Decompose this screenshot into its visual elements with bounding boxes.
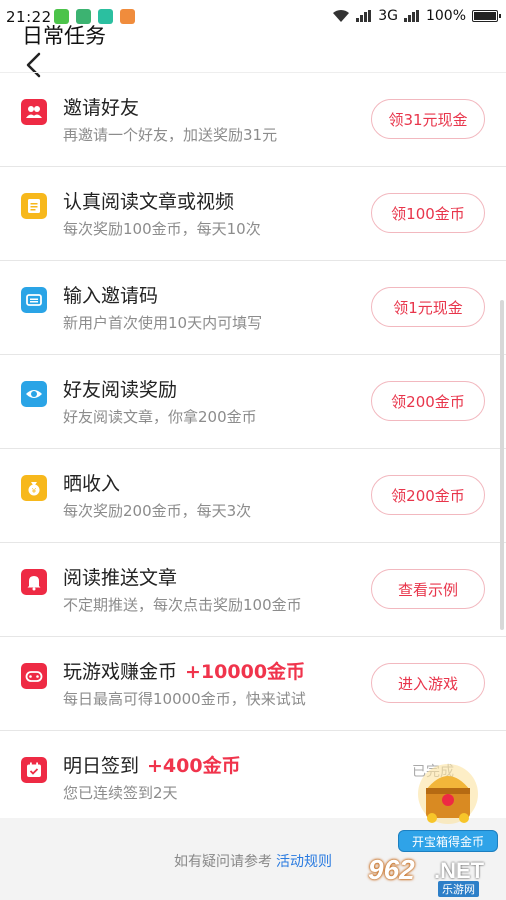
task-title-text: 认真阅读文章或视频 <box>63 191 235 213</box>
status-indicators: 3G 100% <box>332 8 501 24</box>
task-title: 认真阅读文章或视频 <box>63 187 234 214</box>
task-desc: 好友阅读文章，你拿200金币 <box>63 408 257 426</box>
task-title-text: 输入邀请码 <box>63 285 159 307</box>
task-list: 邀请好友再邀请一个好友，加送奖励31元 领31元现金认真阅读文章或视频每次奖励10… <box>0 72 506 824</box>
network-type: 3G <box>378 8 398 24</box>
task-row: ¥ 晒收入每次奖励200金币，每天3次 领200金币 <box>0 448 506 542</box>
task-bonus: +400金币 <box>147 755 241 777</box>
signal-icon-2 <box>403 10 420 22</box>
task-title: 好友阅读奖励 <box>63 375 177 402</box>
task-title-text: 玩游戏赚金币 <box>63 661 178 683</box>
task-action-button[interactable]: 进入游戏 <box>371 663 485 703</box>
task-title-text: 好友阅读奖励 <box>63 379 178 401</box>
task-row: 好友阅读奖励好友阅读文章，你拿200金币 领200金币 <box>0 354 506 448</box>
svg-text:¥: ¥ <box>32 487 37 495</box>
document-icon <box>21 193 47 219</box>
task-title: 输入邀请码 <box>63 281 158 308</box>
gamepad-icon <box>21 663 47 689</box>
treasure-chest-icon <box>418 764 478 824</box>
task-desc: 您已连续签到2天 <box>63 784 178 802</box>
task-action-button[interactable]: 领31元现金 <box>371 99 485 139</box>
task-action-button[interactable]: 领200金币 <box>371 475 485 515</box>
task-title-text: 明日签到 <box>63 755 140 777</box>
task-row: 玩游戏赚金币 +10000金币每日最高可得10000金币，快来试试 进入游戏 <box>0 636 506 730</box>
promo-label: 开宝箱得金币 <box>398 830 498 852</box>
task-action-button[interactable]: 领100金币 <box>371 193 485 233</box>
calendar-check-icon <box>21 757 47 783</box>
task-row: 邀请好友再邀请一个好友，加送奖励31元 领31元现金 <box>0 72 506 166</box>
task-desc: 新用户首次使用10天内可填写 <box>63 314 263 332</box>
task-desc: 再邀请一个好友，加送奖励31元 <box>63 126 278 144</box>
eye-icon <box>21 381 47 407</box>
task-row: 输入邀请码新用户首次使用10天内可填写 领1元现金 <box>0 260 506 354</box>
page-title: 日常任务 <box>22 24 106 48</box>
task-desc: 每日最高可得10000金币，快来试试 <box>63 690 306 708</box>
site-watermark: 962 .NET 乐游网 <box>368 854 500 897</box>
bell-icon <box>21 569 47 595</box>
watermark-brand: 962 <box>368 854 415 885</box>
task-bonus: +10000金币 <box>185 661 306 683</box>
task-action-button[interactable]: 领200金币 <box>371 381 485 421</box>
rules-link[interactable]: 活动规则 <box>276 854 332 870</box>
task-title-text: 阅读推送文章 <box>63 567 178 589</box>
battery-icon <box>472 10 501 22</box>
ticket-icon <box>21 287 47 313</box>
task-action-button[interactable]: 查看示例 <box>371 569 485 609</box>
task-desc: 每次奖励200金币，每天3次 <box>63 502 252 520</box>
task-title-text: 晒收入 <box>63 473 121 495</box>
app-badge-icon <box>120 9 135 24</box>
task-title: 邀请好友 <box>63 93 139 120</box>
task-title: 晒收入 <box>63 469 120 496</box>
task-desc: 每次奖励100金币，每天10次 <box>63 220 261 238</box>
watermark-sub: 乐游网 <box>438 881 479 897</box>
signal-icon <box>356 10 372 22</box>
task-title: 阅读推送文章 <box>63 563 177 590</box>
task-row: 认真阅读文章或视频每次奖励100金币，每天10次 领100金币 <box>0 166 506 260</box>
task-row: 阅读推送文章不定期推送，每次点击奖励100金币 查看示例 <box>0 542 506 636</box>
task-title: 玩游戏赚金币 +10000金币 <box>63 657 305 684</box>
footer-hint: 如有疑问请参考 <box>174 854 272 870</box>
task-action-button[interactable]: 领1元现金 <box>371 287 485 327</box>
users-icon <box>21 99 47 125</box>
task-desc: 不定期推送，每次点击奖励100金币 <box>63 596 302 614</box>
scrollbar[interactable] <box>500 300 504 630</box>
money-bag-icon: ¥ <box>21 475 47 501</box>
wifi-icon <box>333 9 350 22</box>
task-title: 明日签到 +400金币 <box>63 751 241 778</box>
treasure-chest-promo[interactable]: 开宝箱得金币 <box>398 752 498 856</box>
task-title-text: 邀请好友 <box>63 97 140 119</box>
battery-percent: 100% <box>425 8 466 24</box>
